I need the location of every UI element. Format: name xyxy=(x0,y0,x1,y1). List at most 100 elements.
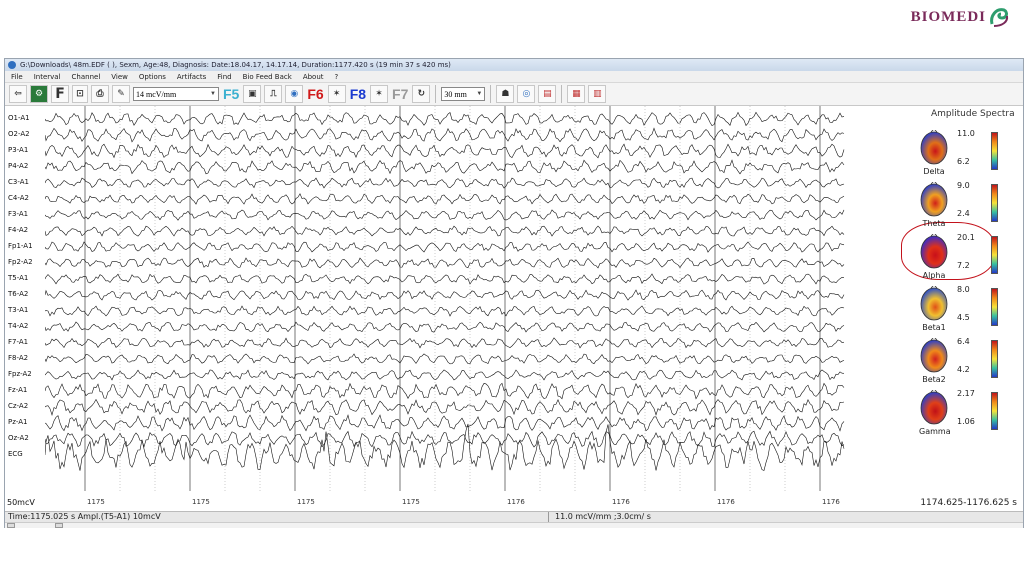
channel-label[interactable]: Pz-A1 xyxy=(8,418,28,426)
channel-label[interactable]: Cz-A2 xyxy=(8,402,28,410)
band-label: Delta xyxy=(923,167,945,176)
channel-label[interactable]: T3-A1 xyxy=(8,306,28,314)
band-max-value: 20.1 xyxy=(957,233,975,242)
channel-label[interactable]: C4-A2 xyxy=(8,194,29,202)
export-icon[interactable]: ▥ xyxy=(588,85,607,103)
eeg-trace xyxy=(45,225,845,237)
dipole-icon[interactable]: ✶ xyxy=(370,85,389,103)
eeg-trace xyxy=(45,177,845,189)
channel-label[interactable]: F3-A1 xyxy=(8,210,28,218)
menu-item[interactable]: Options xyxy=(139,73,166,81)
band-label: Alpha xyxy=(922,271,946,280)
eeg-trace xyxy=(45,382,845,400)
channel-label[interactable]: T5-A1 xyxy=(8,274,28,282)
time-tick-label: 1175 xyxy=(402,498,420,506)
band-min-value: 4.2 xyxy=(957,365,970,374)
coherence-icon[interactable]: ✶ xyxy=(327,85,346,103)
band-max-value: 2.17 xyxy=(957,389,975,398)
sensitivity-select[interactable]: 14 mcV/mm ▼ xyxy=(133,87,219,101)
time-tick-label: 1175 xyxy=(87,498,105,506)
eeg-trace xyxy=(45,369,845,381)
map-icon[interactable]: ▣ xyxy=(243,85,262,103)
preview-icon[interactable]: ✎ xyxy=(112,85,130,103)
f7-key-button[interactable]: F7 xyxy=(391,86,409,102)
f6-key-button[interactable]: F6 xyxy=(306,86,324,102)
spectra-icon[interactable]: ◎ xyxy=(517,85,536,103)
menu-item[interactable]: Find xyxy=(217,73,231,81)
f8-key-button[interactable]: F8 xyxy=(349,86,367,102)
band-label: Beta1 xyxy=(922,323,946,332)
menu-item[interactable]: Interval xyxy=(34,73,61,81)
topography-icon[interactable]: ▤ xyxy=(538,85,557,103)
f5-key-button[interactable]: F5 xyxy=(222,86,240,102)
channel-label[interactable]: ECG xyxy=(8,450,23,458)
color-scale-bar xyxy=(991,392,998,430)
menu-item[interactable]: View xyxy=(111,73,128,81)
menu-item[interactable]: Artifacts xyxy=(177,73,206,81)
band-min-value: 1.06 xyxy=(957,417,975,426)
time-tick-label: 1175 xyxy=(297,498,315,506)
time-tick-label: 1176 xyxy=(717,498,735,506)
brain-map-icon[interactable]: ☗ xyxy=(496,85,515,103)
eeg-trace xyxy=(45,143,845,159)
montage-icon[interactable]: ⚙ xyxy=(30,85,48,103)
channel-label[interactable]: O1-A1 xyxy=(8,114,30,122)
channel-label[interactable]: Fpz-A2 xyxy=(8,370,32,378)
channel-label[interactable]: F7-A1 xyxy=(8,338,28,346)
band-max-value: 11.0 xyxy=(957,129,975,138)
window-title: G:\Downloads\ 48m.EDF ( ), Sexm, Age:48,… xyxy=(20,61,451,69)
font-icon[interactable]: F xyxy=(51,85,69,103)
brand-logo: BIOMEDI xyxy=(911,6,1010,28)
status-bar: Time:1175.025 s Ampl.(T5-A1) 10mcV 11.0 … xyxy=(5,511,1023,522)
menu-item[interactable]: Channel xyxy=(72,73,101,81)
spectrum-icon[interactable]: ⎍ xyxy=(264,85,283,103)
time-tick-label: 1176 xyxy=(507,498,525,506)
scalp-map-icon xyxy=(920,234,948,269)
eeg-trace xyxy=(45,241,845,253)
eeg-trace xyxy=(45,193,845,205)
time-tick-label: 1176 xyxy=(822,498,840,506)
eeg-trace xyxy=(45,414,845,432)
menu-item[interactable]: About xyxy=(303,73,324,81)
color-scale-bar xyxy=(991,288,998,326)
channel-icon[interactable]: ⊡ xyxy=(72,85,88,103)
eeg-trace xyxy=(45,398,845,416)
channel-label[interactable]: O2-A2 xyxy=(8,130,30,138)
scalp-map-icon xyxy=(920,390,948,425)
channel-label[interactable]: F4-A2 xyxy=(8,226,28,234)
scroll-left-button[interactable] xyxy=(7,523,15,528)
channel-label[interactable]: F8-A2 xyxy=(8,354,28,362)
channel-label[interactable]: T4-A2 xyxy=(8,322,28,330)
channel-label[interactable]: T6-A2 xyxy=(8,290,28,298)
band-label: Theta xyxy=(922,219,946,228)
timebase-value: 30 mm xyxy=(444,89,467,99)
timebase-select[interactable]: 30 mm ▼ xyxy=(441,87,486,101)
channel-label[interactable]: Fz-A1 xyxy=(8,386,27,394)
channel-label[interactable]: C3-A1 xyxy=(8,178,29,186)
toolbar-separator xyxy=(561,85,563,103)
color-scale-bar xyxy=(991,340,998,378)
refresh-icon[interactable]: ↻ xyxy=(412,85,431,103)
print-icon[interactable]: ⎙ xyxy=(91,85,109,103)
scroll-thumb[interactable] xyxy=(55,523,63,528)
band-max-value: 9.0 xyxy=(957,181,970,190)
report-icon[interactable]: ▦ xyxy=(567,85,586,103)
toolbar: ⇦ ⚙ F ⊡ ⎙ ✎ 14 mcV/mm ▼ F5 ▣ ⎍ ◉ F6 ✶ F8 … xyxy=(5,83,1023,106)
menu-item[interactable]: File xyxy=(11,73,23,81)
color-scale-bar xyxy=(991,236,998,274)
toolbar-separator xyxy=(490,85,492,103)
channel-label[interactable]: P4-A2 xyxy=(8,162,28,170)
channel-label[interactable]: Fp2-A2 xyxy=(8,258,33,266)
eeg-traces[interactable]: 1175 1175 1175 1175 1176 1176 1176 1176 xyxy=(45,106,845,511)
channel-label[interactable]: Fp1-A1 xyxy=(8,242,33,250)
band-min-value: 4.5 xyxy=(957,313,970,322)
menu-item[interactable]: Bio Feed Back xyxy=(243,73,292,81)
eeg-trace xyxy=(45,430,845,448)
horizontal-scrollbar[interactable] xyxy=(5,522,1023,528)
menu-item[interactable]: ? xyxy=(335,73,339,81)
back-icon[interactable]: ⇦ xyxy=(9,85,27,103)
analysis-icon[interactable]: ◉ xyxy=(285,85,304,103)
menu-bar: File Interval Channel View Options Artifacts F… xyxy=(5,71,1023,83)
channel-label[interactable]: P3-A1 xyxy=(8,146,28,154)
channel-label[interactable]: Oz-A2 xyxy=(8,434,29,442)
